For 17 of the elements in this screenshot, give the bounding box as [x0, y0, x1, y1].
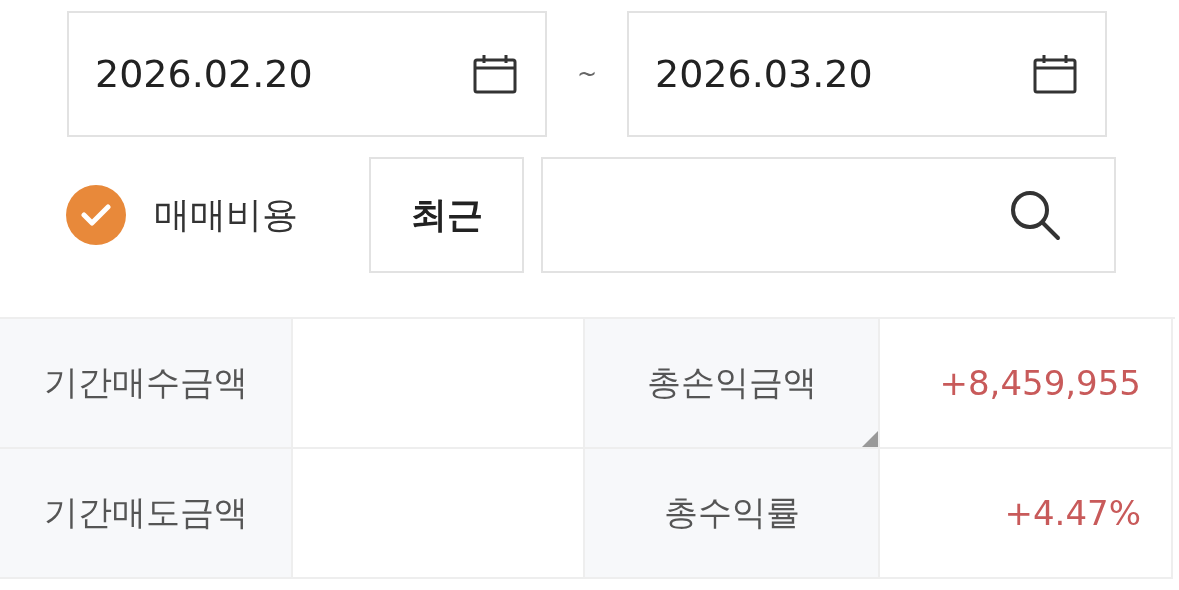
label-cell: 총손익금액 — [585, 319, 880, 449]
recent-button[interactable]: 최근 — [369, 157, 524, 273]
end-date-field[interactable]: 2026.03.20 — [627, 11, 1107, 137]
checkbox[interactable] — [66, 185, 126, 245]
calendar-icon[interactable] — [1033, 54, 1077, 94]
label-cell: 기간매도금액 — [0, 449, 293, 579]
label-cell: 총수익률 — [585, 449, 880, 579]
range-separator: ~ — [575, 60, 599, 88]
value-cell: +8,459,955 — [880, 319, 1173, 449]
value-cell: +4.47% — [880, 449, 1173, 579]
calendar-icon[interactable] — [473, 54, 517, 94]
start-date-field[interactable]: 2026.02.20 — [67, 11, 547, 137]
search-icon[interactable] — [1008, 188, 1062, 242]
search-field[interactable] — [541, 157, 1116, 273]
label-cell: 기간매수금액 — [0, 319, 293, 449]
checkbox-label: 매매비용 — [154, 192, 299, 237]
check-icon — [81, 203, 111, 227]
